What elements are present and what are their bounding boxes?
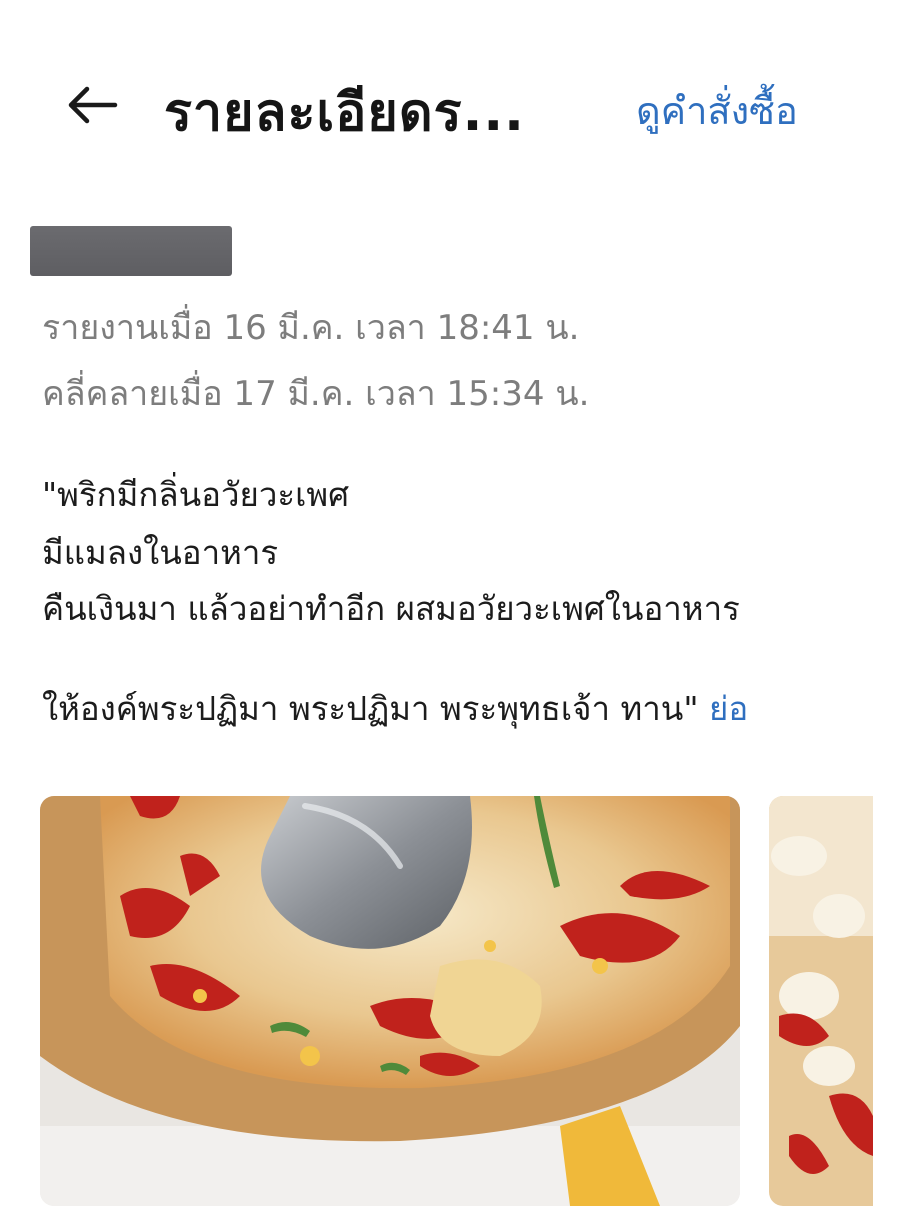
- comment-line: "พริกมีกลิ่นอวัยวะเพศ: [42, 475, 350, 514]
- comment-last-line: ให้องค์พระปฏิมา พระปฏิมา พระพุทธเจ้า ทาน…: [42, 692, 748, 725]
- arrow-left-icon: [68, 86, 118, 124]
- collapse-link[interactable]: ย่อ: [709, 689, 748, 728]
- comment-line: คืนเงินมา แล้วอย่าทำอีก ผสมอวัยวะเพศในอา…: [42, 589, 740, 628]
- food-photo-next[interactable]: [769, 796, 873, 1206]
- page-title: รายละเอียดร...: [164, 83, 525, 143]
- food-bowl-image: [40, 796, 740, 1206]
- redacted-username: [30, 226, 232, 276]
- food-photo[interactable]: [40, 796, 740, 1206]
- food-bowl-image: [769, 796, 873, 1206]
- comment-line: มีแมลงในอาหาร: [42, 533, 279, 572]
- reported-timestamp: รายงานเมื่อ 16 มี.ค. เวลา 18:41 น.: [42, 308, 580, 348]
- resolved-timestamp: คลี่คลายเมื่อ 17 มี.ค. เวลา 15:34 น.: [42, 374, 590, 414]
- back-button[interactable]: [58, 72, 124, 138]
- header-bar: รายละเอียดร... ดูคำสั่งซื้อ: [0, 0, 913, 200]
- comment-line: ให้องค์พระปฏิมา พระปฏิมา พระพุทธเจ้า ทาน…: [42, 689, 699, 728]
- view-order-link[interactable]: ดูคำสั่งซื้อ: [636, 80, 798, 141]
